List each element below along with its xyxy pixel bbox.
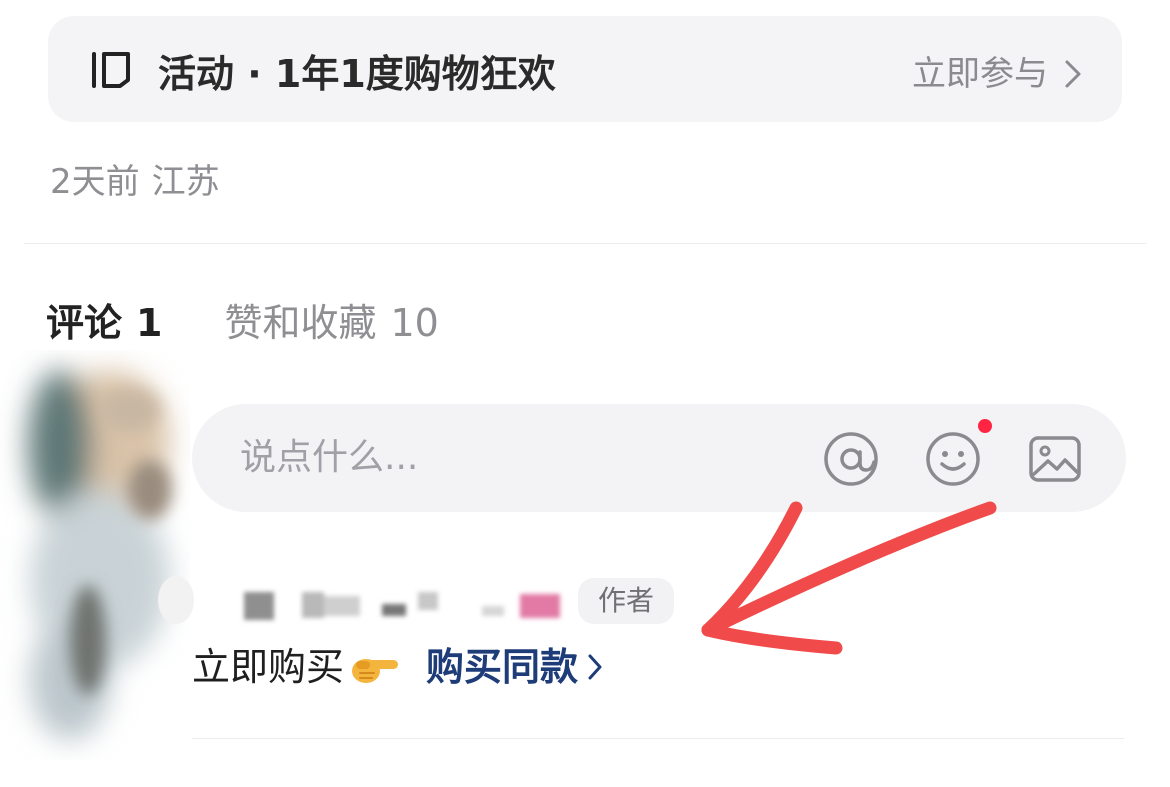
tab-comments-count: 1 (136, 301, 163, 345)
at-icon[interactable] (822, 430, 880, 488)
chevron-right-icon (1065, 60, 1081, 88)
post-time: 2天前 (50, 162, 140, 202)
comment-tabs: 评论 1 赞和收藏 10 (46, 298, 439, 348)
bracket-tag-icon (92, 52, 130, 88)
comment-input[interactable]: 说点什么... (240, 435, 418, 481)
activity-banner[interactable]: 活动 · 1年1度购物狂欢 立即参与 (48, 16, 1122, 122)
tab-likes-favorites[interactable]: 赞和收藏 10 (224, 298, 438, 348)
notification-dot (978, 419, 992, 433)
activity-title: 活动 · 1年1度购物狂欢 (158, 52, 556, 96)
comment-content: 立即购买 购买同款 (192, 640, 602, 694)
comment-author-name[interactable] (156, 570, 576, 630)
chevron-right-icon[interactable] (588, 654, 602, 680)
buy-same-link[interactable]: 购买同款 (426, 640, 578, 694)
tab-likes-count: 10 (390, 301, 439, 345)
tab-likes-label: 赞和收藏 (224, 301, 377, 345)
tab-comments-label: 评论 (46, 301, 123, 345)
tab-comments[interactable]: 评论 1 (46, 298, 162, 348)
comment-input-bar[interactable]: 说点什么... (192, 404, 1126, 512)
author-badge: 作者 (578, 578, 674, 624)
comment-text: 立即购买 (192, 645, 345, 689)
post-location: 江苏 (151, 162, 220, 202)
post-meta: 2天前 江苏 (50, 160, 220, 204)
section-divider (24, 243, 1146, 244)
hand-pointing-right-icon (352, 659, 399, 683)
join-now-button[interactable]: 立即参与 (912, 52, 1082, 96)
image-icon[interactable] (1026, 430, 1084, 488)
emoji-smile-icon[interactable] (924, 430, 982, 488)
join-now-label: 立即参与 (912, 54, 1048, 94)
comment-divider (192, 738, 1124, 739)
avatar[interactable] (0, 350, 190, 760)
